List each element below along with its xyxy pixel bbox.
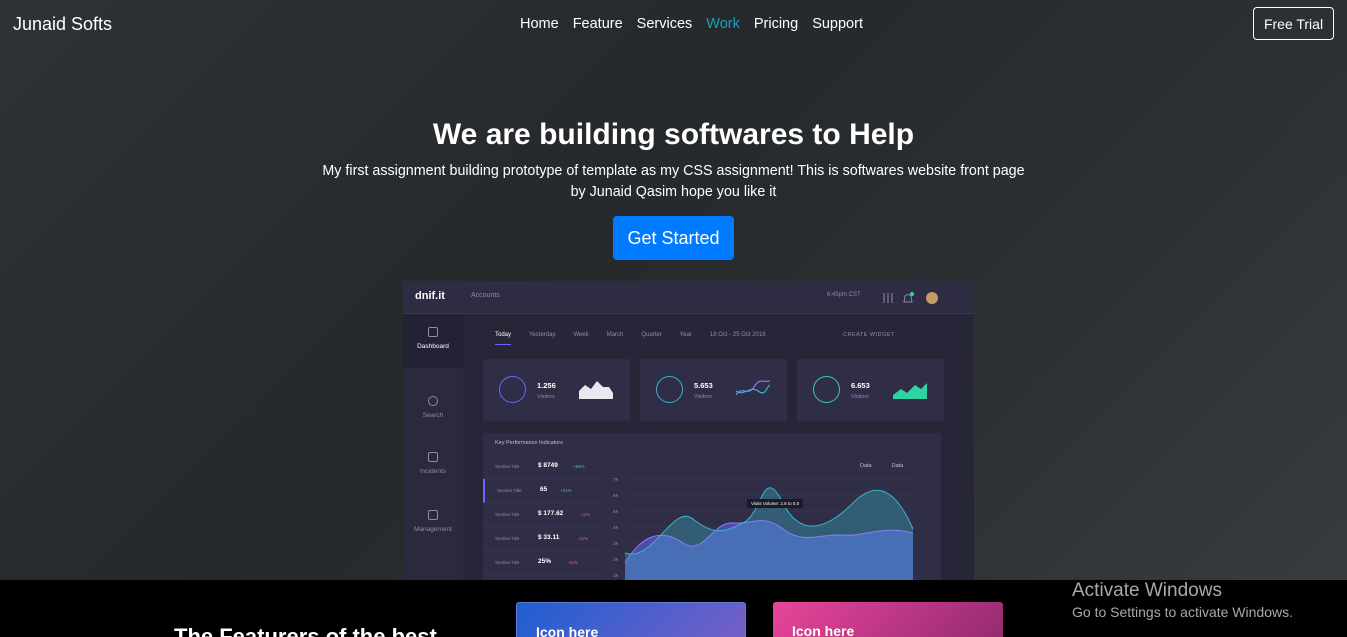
nav-item-feature[interactable]: Feature xyxy=(573,16,623,32)
dashboard-topbar: dnif.it Accounts 6:45pm CST xyxy=(403,281,974,314)
kpi-row: Section Title $ 177.62 -11% xyxy=(483,503,601,527)
stat-icon xyxy=(656,376,683,403)
activate-windows-title: Activate Windows xyxy=(1072,580,1222,601)
dashboard-logo: dnif.it xyxy=(415,290,445,302)
dashboard-breadcrumb: Accounts xyxy=(471,292,500,299)
nav-item-support[interactable]: Support xyxy=(812,16,863,32)
features-title: The Featurers of the best xyxy=(174,624,437,637)
chart-tooltip: Visits Volume: 2.6 to 5.0 xyxy=(747,499,804,508)
dashboard-sidebar: Dashboard Search Incidents Management xyxy=(403,314,463,580)
nav-item-pricing[interactable]: Pricing xyxy=(754,16,798,32)
stat-card: 6.653 Visitors xyxy=(797,359,944,421)
dashboard-time: 6:45pm CST xyxy=(827,292,861,298)
free-trial-button[interactable]: Free Trial xyxy=(1253,7,1334,40)
svg-text:2K: 2K xyxy=(613,557,619,562)
svg-text:5K: 5K xyxy=(613,509,619,514)
mini-line-chart xyxy=(736,380,770,396)
dashboard-icon xyxy=(428,327,438,337)
feature-card-label: Icon here xyxy=(536,624,599,637)
feature-card[interactable]: Icon here xyxy=(516,602,746,637)
svg-text:6K: 6K xyxy=(613,493,619,498)
stat-card: 1.256 Visitors xyxy=(483,359,630,421)
grid-icon xyxy=(428,510,438,520)
nav-item-work[interactable]: Work xyxy=(706,16,740,32)
nav-menu: Home Feature Services Work Pricing Suppo… xyxy=(520,16,863,32)
dashboard-tabs: Today Yesterday Week March Quarter Year … xyxy=(495,332,766,345)
kpi-panel: Key Performance Indicators Section Title… xyxy=(483,433,941,580)
activate-windows-subtitle: Go to Settings to activate Windows. xyxy=(1072,604,1293,620)
kpi-area-chart: 7K 6K 5K 4K 3K 2K 1K xyxy=(613,477,914,580)
nav-item-home[interactable]: Home xyxy=(520,16,559,32)
search-icon xyxy=(428,396,438,406)
dashboard-preview-image: dnif.it Accounts 6:45pm CST Dashboard Se… xyxy=(403,281,974,580)
create-widget-label: CREATE WIDGET xyxy=(843,332,895,338)
svg-text:3K: 3K xyxy=(613,541,619,546)
dashboard-sidebar-item: Management xyxy=(403,510,463,533)
warning-icon xyxy=(428,452,438,462)
stat-icon xyxy=(813,376,840,403)
svg-text:4K: 4K xyxy=(613,525,619,530)
brand-logo[interactable]: Junaid Softs xyxy=(13,14,112,35)
get-started-button[interactable]: Get Started xyxy=(613,216,734,260)
hero-title: We are building softwares to Help xyxy=(432,118,915,151)
dashboard-topbar-icons xyxy=(883,292,938,304)
stat-icon xyxy=(499,376,526,403)
chart-legend: Data Data xyxy=(860,463,904,469)
stat-card: 5.653 Visitors xyxy=(640,359,787,421)
navbar: Junaid Softs Home Feature Services Work … xyxy=(0,0,1347,50)
feature-card[interactable]: Icon here xyxy=(773,602,1003,637)
dashboard-sidebar-item: Search xyxy=(403,396,463,419)
dashboard-sidebar-item: Dashboard xyxy=(403,314,463,368)
mini-area-chart xyxy=(579,381,613,399)
kpi-row: Section Title 65 +21% xyxy=(483,479,601,503)
hero-subtitle: My first assignment building prototype o… xyxy=(322,163,1025,200)
kpi-row: Section Title $ 8749 +54% xyxy=(483,455,601,479)
kpi-row: Section Title 25% -11% xyxy=(483,551,601,575)
feature-card-label: Icon here xyxy=(792,623,855,637)
svg-text:7K: 7K xyxy=(613,477,619,482)
nav-item-services[interactable]: Services xyxy=(637,16,693,32)
mini-area-chart xyxy=(893,383,927,399)
dashboard-sidebar-item: Incidents xyxy=(403,452,463,475)
svg-text:1K: 1K xyxy=(613,573,619,578)
kpi-row: Section Title $ 33.11 -11% xyxy=(483,527,601,551)
